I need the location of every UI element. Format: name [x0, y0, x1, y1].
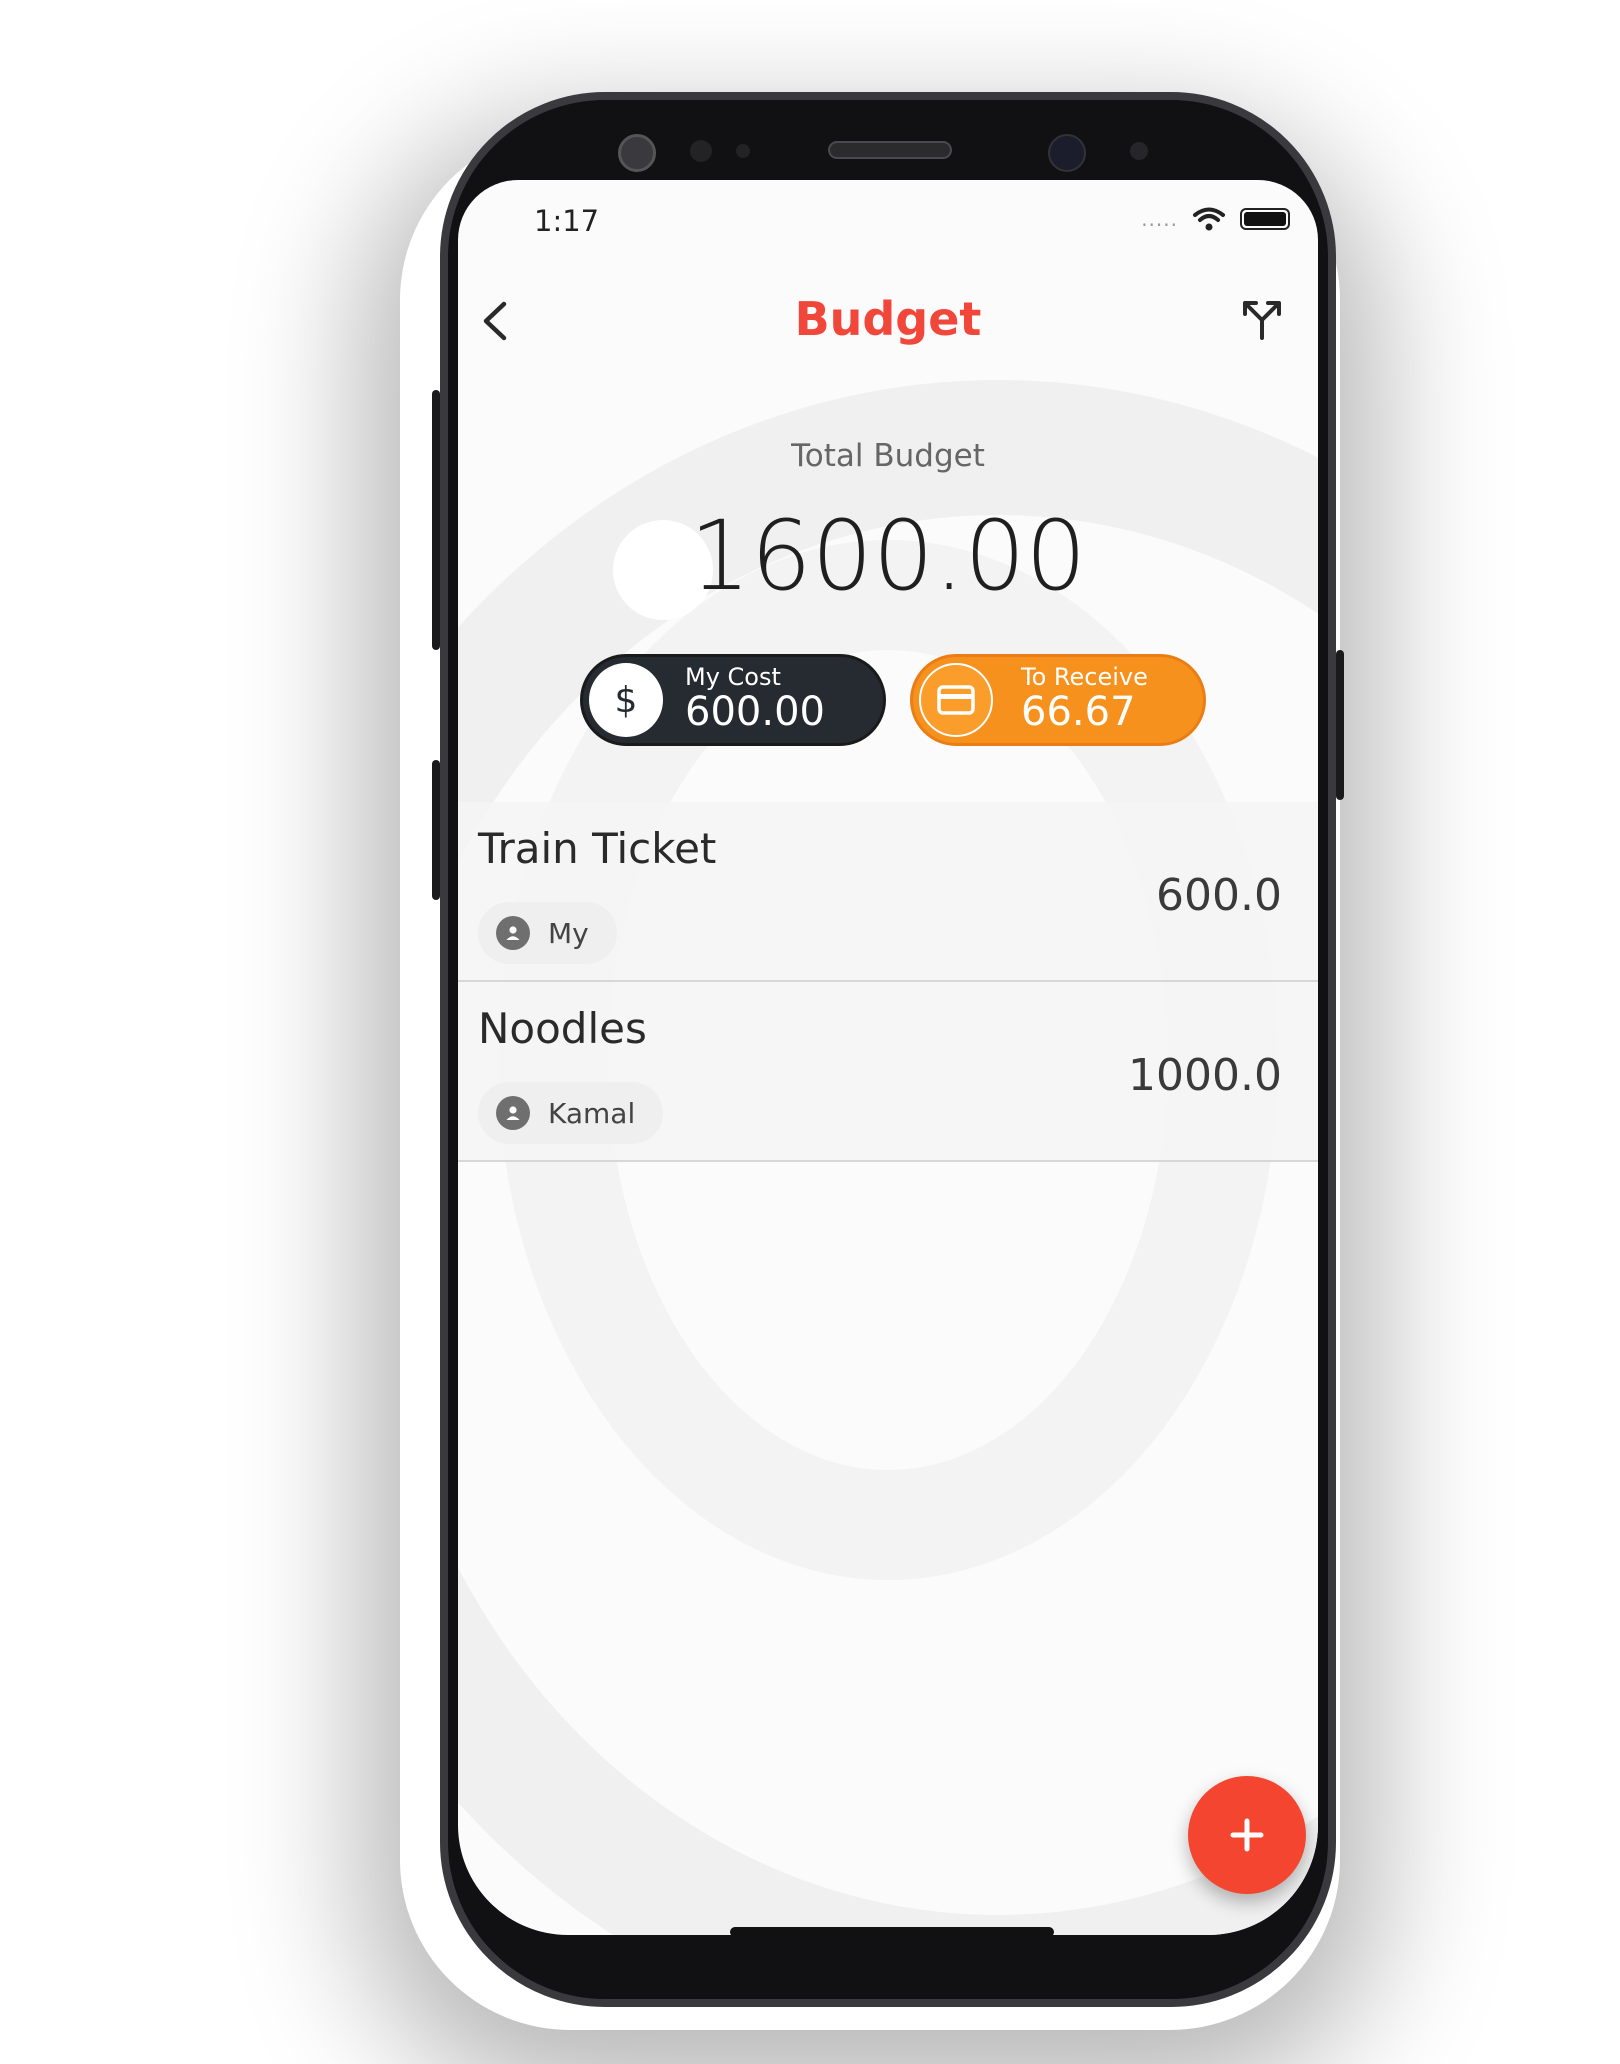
payer-chip[interactable]: My	[478, 902, 617, 964]
total-budget-label: Total Budget	[791, 438, 985, 474]
power-button	[1336, 650, 1344, 800]
expense-row[interactable]: Train Ticket My 600.0	[458, 802, 1318, 982]
expense-row[interactable]: Noodles Kamal 1000.0	[458, 982, 1318, 1162]
bixby-button	[432, 760, 440, 900]
payer-name: My	[548, 916, 589, 950]
plus-icon	[1230, 1818, 1264, 1852]
front-camera	[618, 134, 656, 172]
to-receive-value: 66.67	[1021, 689, 1136, 735]
my-cost-label: My Cost	[685, 663, 781, 691]
to-receive-pill[interactable]: To Receive 66.67	[910, 654, 1206, 746]
person-icon	[496, 1096, 530, 1130]
dollar-icon: $	[589, 663, 663, 737]
expense-amount: 1000.0	[1128, 1050, 1282, 1101]
payer-chip[interactable]: Kamal	[478, 1082, 664, 1144]
my-cost-value: 600.00	[685, 689, 825, 735]
person-icon	[496, 916, 530, 950]
iris-scanner	[1048, 134, 1086, 172]
cellular-signal: .....	[1141, 207, 1178, 231]
expense-title: Noodles	[478, 1004, 647, 1053]
split-arrows-icon[interactable]	[1240, 298, 1284, 342]
wifi-icon	[1193, 207, 1225, 231]
sensor-dot	[736, 144, 750, 158]
proximity-sensor	[1130, 142, 1148, 160]
sensor-dot	[690, 140, 712, 162]
battery-icon	[1240, 208, 1290, 230]
home-indicator	[730, 1927, 1054, 1937]
status-time: 1:17	[534, 204, 600, 238]
status-indicators: .....	[1141, 206, 1290, 232]
volume-button	[432, 390, 440, 650]
app-screen: 1:17 ..... Budget Total Budget 1600.00 $…	[458, 180, 1318, 1935]
payer-name: Kamal	[548, 1096, 636, 1130]
to-receive-label: To Receive	[1021, 663, 1148, 691]
credit-card-icon	[919, 663, 993, 737]
add-expense-button[interactable]	[1188, 1776, 1306, 1894]
total-budget-value: 1600.00	[689, 500, 1087, 612]
expense-title: Train Ticket	[478, 824, 717, 873]
my-cost-pill[interactable]: $ My Cost 600.00	[580, 654, 886, 746]
expense-amount: 600.0	[1156, 870, 1282, 921]
page-title: Budget	[794, 292, 982, 346]
earpiece-speaker	[828, 141, 952, 159]
